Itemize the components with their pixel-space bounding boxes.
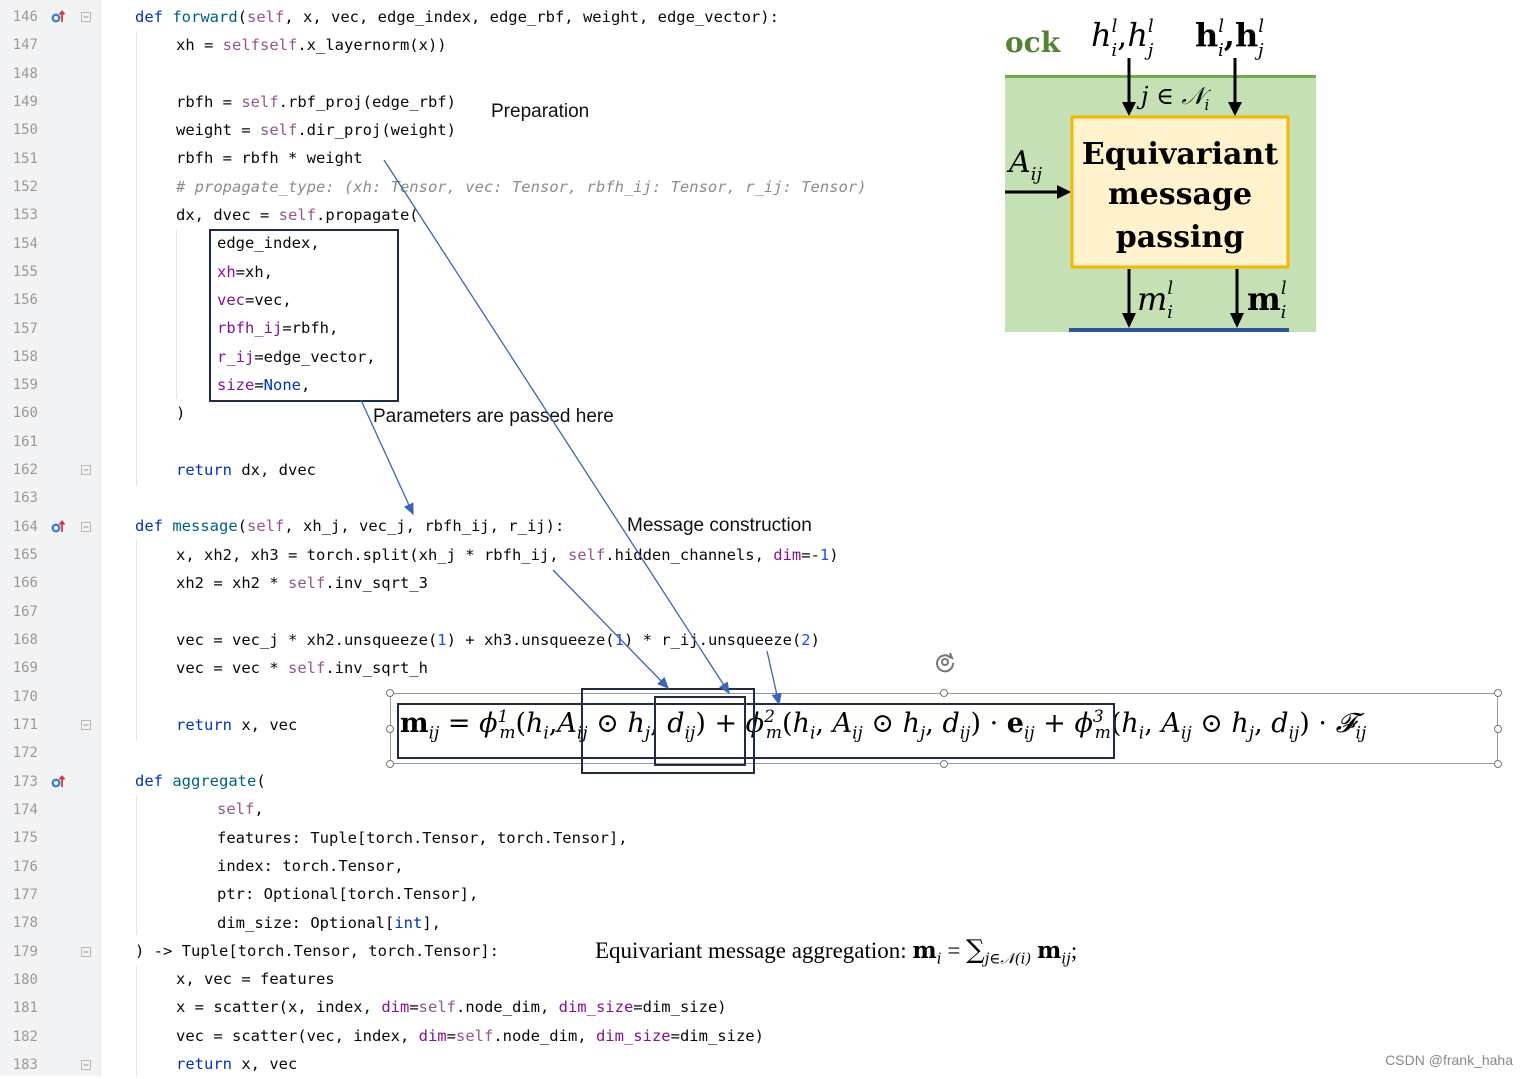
watermark: CSDN @frank_haha	[1385, 1052, 1513, 1068]
arrow-weight-to-hj	[383, 159, 730, 695]
svg-text:j ∈ 𝒩i: j ∈ 𝒩i	[1136, 82, 1211, 114]
svg-text:hli,hlj: hl i,hl j	[1091, 16, 1154, 61]
arrow-params-to-message	[360, 399, 414, 516]
svg-text:Equivariant: Equivariant	[1082, 137, 1278, 172]
arrow-xh-to-equation	[552, 569, 669, 689]
svg-text:ock: ock	[1005, 26, 1061, 59]
svg-text:message: message	[1108, 177, 1252, 212]
svg-text:hli,hlj: hl i,hl j	[1195, 16, 1264, 61]
arrow-rij-to-equation	[766, 650, 782, 706]
equivariant-block-figure: ock hl i,hl j hl i,hl j j ∈ 𝒩i Aij Equivaria…	[1005, 16, 1316, 332]
svg-text:passing: passing	[1116, 220, 1244, 255]
